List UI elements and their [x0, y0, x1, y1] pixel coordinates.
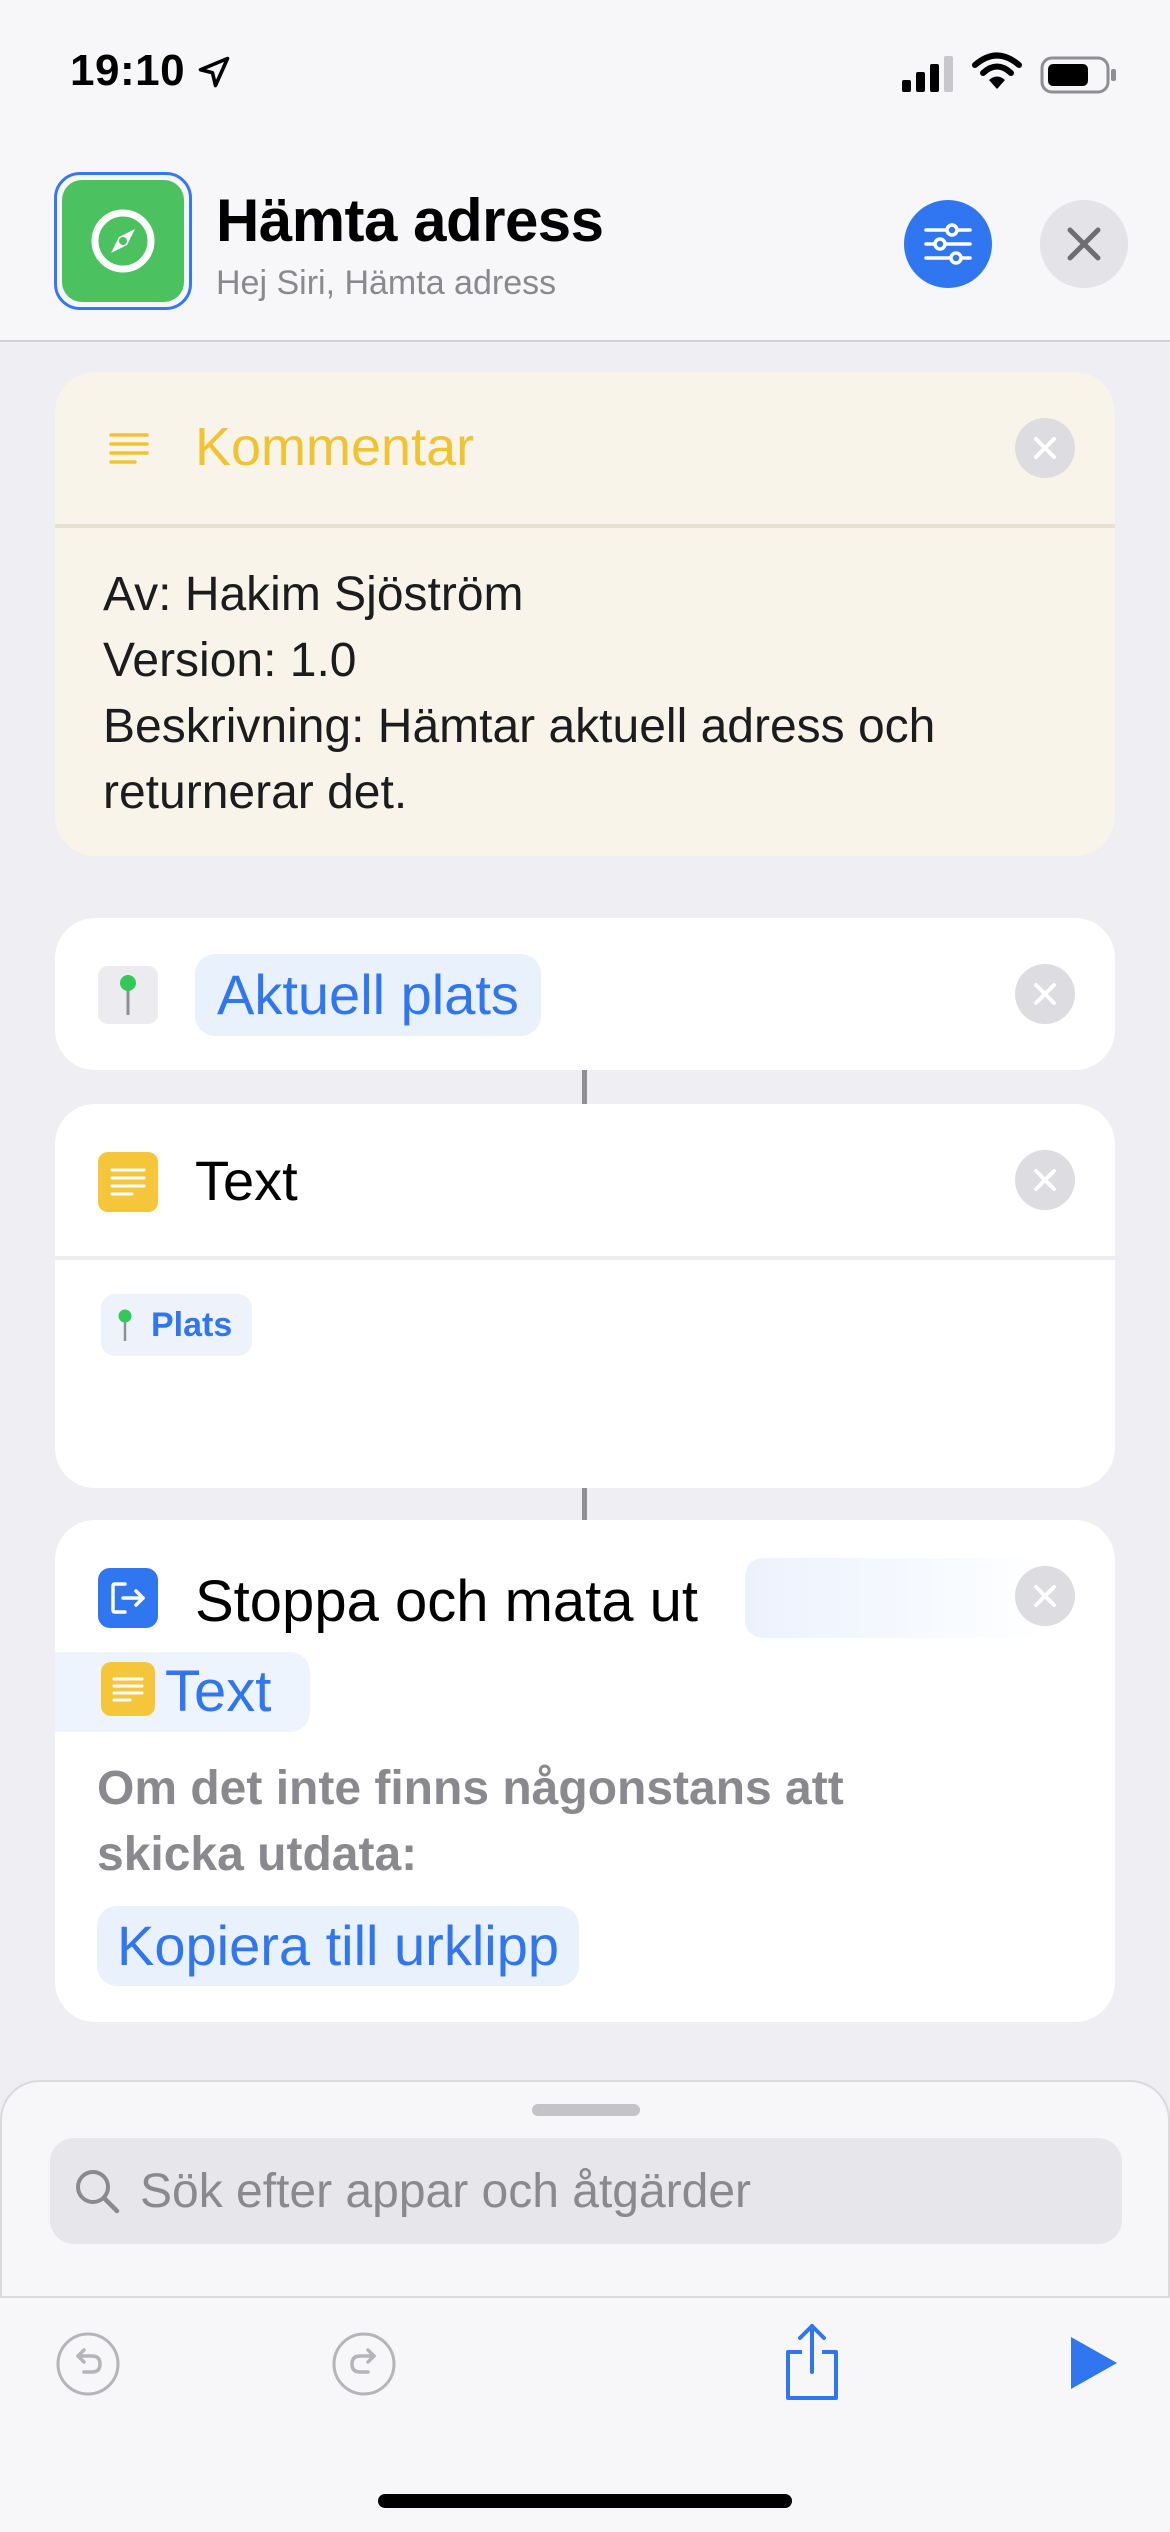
- battery-icon: [1040, 56, 1118, 99]
- undo-button[interactable]: [52, 2328, 124, 2400]
- home-indicator: [378, 2494, 792, 2508]
- location-arrow-icon: [196, 54, 232, 95]
- search-input[interactable]: Sök efter appar och åtgärder: [50, 2138, 1122, 2244]
- pin-icon: [118, 1309, 132, 1341]
- play-icon: [1071, 2337, 1117, 2389]
- no-output-note: Om det inte finns någonstans att skicka …: [97, 1762, 844, 1881]
- text-variable-label: Text: [165, 1659, 272, 1724]
- stop-action-title: Stoppa och mata ut: [195, 1569, 698, 1634]
- close-icon: [1034, 983, 1056, 1005]
- pin-icon: [98, 966, 158, 1024]
- close-icon: [1067, 227, 1101, 261]
- text-action-title: Text: [195, 1149, 298, 1212]
- sheet-grabber[interactable]: [532, 2104, 640, 2116]
- shortcut-title[interactable]: Hämta adress: [216, 186, 604, 255]
- compass-icon: [62, 180, 184, 302]
- exit-icon: [98, 1568, 158, 1628]
- text-lines-icon: [98, 1152, 158, 1212]
- comment-header: Kommentar: [55, 372, 1115, 528]
- comment-line: Av: Hakim Sjöström: [103, 568, 524, 621]
- current-location-token[interactable]: Aktuell plats: [195, 954, 541, 1036]
- remove-location-button[interactable]: [1015, 964, 1075, 1024]
- sliders-icon: [924, 223, 972, 265]
- text-action-card[interactable]: Text Plats: [55, 1104, 1115, 1488]
- cellular-signal-icon: [902, 56, 956, 97]
- close-button[interactable]: [1040, 200, 1128, 288]
- comment-line: Version: 1.0: [103, 634, 357, 687]
- comment-text[interactable]: Av: Hakim Sjöström Version: 1.0 Beskrivn…: [103, 562, 1083, 826]
- text-action-header: Text: [55, 1104, 1115, 1260]
- redo-icon: [332, 2332, 396, 2396]
- undo-icon: [56, 2332, 120, 2396]
- comment-action-card[interactable]: Kommentar Av: Hakim Sjöström Version: 1.…: [55, 372, 1115, 856]
- close-icon: [1034, 437, 1056, 459]
- location-variable-token[interactable]: Plats: [101, 1294, 253, 1356]
- close-icon: [1034, 1169, 1056, 1191]
- remove-text-button[interactable]: [1015, 1150, 1075, 1210]
- lines-icon: [109, 432, 149, 471]
- status-time: 19:10: [70, 46, 186, 95]
- search-placeholder: Sök efter appar och åtgärder: [140, 2165, 752, 2218]
- current-location-action-card[interactable]: Aktuell plats: [55, 918, 1115, 1070]
- location-variable-label: Plats: [151, 1305, 233, 1344]
- share-icon: [786, 2324, 838, 2400]
- fallback-action-token[interactable]: Kopiera till urklipp: [97, 1906, 579, 1986]
- shortcut-header: Hämta adress Hej Siri, Hämta adress: [0, 150, 1170, 342]
- comment-line: returnerar det.: [103, 766, 408, 819]
- close-icon: [1034, 1585, 1056, 1607]
- action-connector: [582, 1488, 587, 1520]
- stop-and-output-action-card[interactable]: Stoppa och mata ut Text Om det inte finn…: [55, 1520, 1115, 2022]
- wifi-icon: [972, 52, 1022, 97]
- shortcut-editor-screen: 19:10 Hämta adress Hej Siri, Hämta adres…: [0, 0, 1170, 2532]
- text-lines-icon: [101, 1662, 155, 1716]
- comment-line: Beskrivning: Hämtar aktuell adress och: [103, 700, 936, 753]
- share-button[interactable]: [772, 2320, 852, 2404]
- comment-title: Kommentar: [195, 417, 475, 477]
- remove-stop-button[interactable]: [1015, 1566, 1075, 1626]
- settings-button[interactable]: [904, 200, 992, 288]
- remove-comment-button[interactable]: [1015, 418, 1075, 478]
- redo-button[interactable]: [328, 2328, 400, 2400]
- output-destination-field[interactable]: [745, 1558, 1045, 1638]
- siri-phrase: Hej Siri, Hämta adress: [216, 264, 557, 302]
- status-bar: 19:10: [0, 0, 1170, 150]
- run-button[interactable]: [1058, 2328, 1128, 2398]
- shortcut-icon-button[interactable]: [54, 172, 192, 310]
- action-connector: [582, 1070, 587, 1104]
- search-icon: [72, 2166, 122, 2221]
